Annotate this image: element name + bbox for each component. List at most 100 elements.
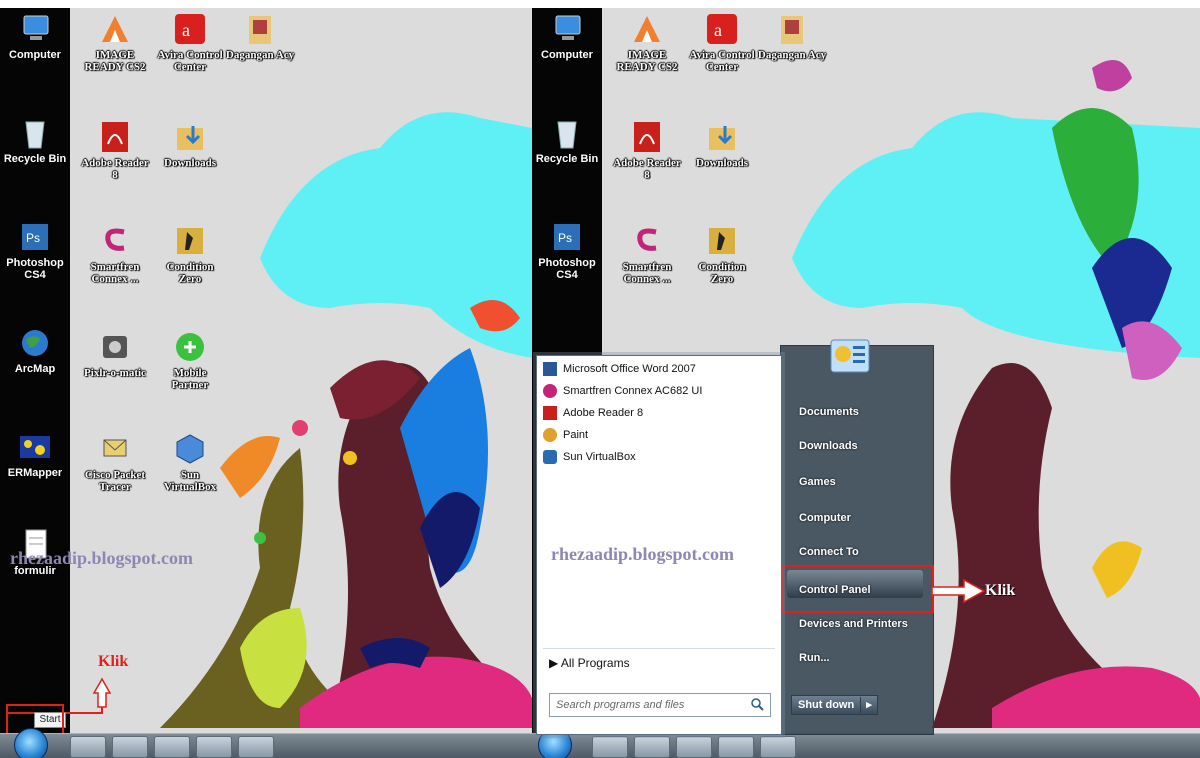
watermark: rhezaadip.blogspot.com xyxy=(10,548,194,568)
desktop-icon-smartfren[interactable]: Smartfren Connex ... xyxy=(80,224,150,285)
desktop-icon-smartfren[interactable]: Smartfren Connex ... xyxy=(612,224,682,285)
svg-text:Ps: Ps xyxy=(26,231,40,245)
svg-text:a: a xyxy=(182,20,190,40)
downloads-folder-icon xyxy=(709,126,735,150)
cisco-icon xyxy=(103,439,127,457)
taskbar-app[interactable] xyxy=(760,736,796,758)
pixlr-icon xyxy=(103,336,127,358)
start-button[interactable] xyxy=(14,728,48,758)
program-label: Paint xyxy=(563,429,589,441)
desktop-icon-condition-zero[interactable]: Condition Zero xyxy=(687,224,757,285)
icon-label: ERMapper xyxy=(7,467,63,479)
desktop-icon-recycle-bin[interactable]: Recycle Bin xyxy=(532,116,602,165)
icon-label: Smartfren Connex ... xyxy=(622,261,672,285)
start-menu-programs-pane: Microsoft Office Word 2007 Smartfren Con… xyxy=(536,355,782,735)
start-menu-connect-to[interactable]: Connect To xyxy=(799,546,859,558)
taskbar-tools[interactable] xyxy=(718,736,754,758)
desktop-icon-adobe-reader[interactable]: Adobe Reader 8 xyxy=(612,120,682,181)
icon-label: Pixlr-o-matic xyxy=(84,367,146,379)
icon-label: Adobe Reader 8 xyxy=(613,157,681,181)
icon-label: Recycle Bin xyxy=(3,153,67,165)
desktop-icon-dagangan[interactable]: Dagangan Acy xyxy=(225,12,295,61)
icon-label: Downloads xyxy=(696,157,748,169)
desktop-icon-downloads[interactable]: Downloads xyxy=(687,120,757,169)
desktop-icon-cisco[interactable]: Cisco Packet Tracer xyxy=(80,432,150,493)
icon-label: Sun VirtualBox xyxy=(163,469,217,493)
icon-label: Photoshop CS4 xyxy=(6,257,64,281)
desktop-icon-mobile-partner[interactable]: Mobile Partner xyxy=(155,330,225,391)
taskbar-chrome[interactable] xyxy=(676,736,712,758)
virtualbox-icon xyxy=(176,434,204,464)
condition-zero-icon xyxy=(709,228,735,254)
desktop-icon-arcmap[interactable]: ArcMap xyxy=(0,326,70,375)
control-panel-icon xyxy=(830,339,870,373)
program-smartfren[interactable]: Smartfren Connex AC682 UI xyxy=(543,384,702,404)
taskbar-app[interactable] xyxy=(238,736,274,758)
icon-label: Dagangan Acy xyxy=(225,49,295,61)
icon-label: Computer xyxy=(541,49,593,61)
desktop-icon-imageready[interactable]: IMAGE READY CS2 xyxy=(612,12,682,73)
desktop-left: Computer Recycle Bin Ps Photoshop CS4 Ar… xyxy=(0,8,532,758)
desktop-icon-avira[interactable]: a Avira Control Center xyxy=(155,12,225,73)
icon-label: Computer xyxy=(9,49,61,61)
icon-label: Adobe Reader 8 xyxy=(81,157,149,181)
desktop-icon-photoshop[interactable]: Ps Photoshop CS4 xyxy=(532,220,602,281)
desktop-icon-condition-zero[interactable]: Condition Zero xyxy=(155,224,225,285)
icon-label: Cisco Packet Tracer xyxy=(84,469,146,493)
taskbar-media-player[interactable] xyxy=(592,736,628,758)
start-menu-computer[interactable]: Computer xyxy=(799,512,851,524)
desktop-icon-imageready[interactable]: IMAGE READY CS2 xyxy=(80,12,150,73)
program-adobe-reader[interactable]: Adobe Reader 8 xyxy=(543,406,643,426)
search-placeholder: Search programs and files xyxy=(556,699,685,711)
desktop-icon-dagangan[interactable]: Dagangan Acy xyxy=(757,12,827,61)
avira-icon: a xyxy=(175,14,205,44)
downloads-folder-icon xyxy=(177,126,203,150)
desktop-icon-photoshop[interactable]: Ps Photoshop CS4 xyxy=(0,220,70,281)
icon-label: Recycle Bin xyxy=(535,153,599,165)
virtualbox-icon xyxy=(543,450,557,464)
desktop-icon-downloads[interactable]: Downloads xyxy=(155,120,225,169)
icon-label: Smartfren Connex ... xyxy=(90,261,140,285)
desktop-icon-ermapper[interactable]: ERMapper xyxy=(0,430,70,479)
icon-label: Condition Zero xyxy=(698,261,746,285)
mobile-partner-icon xyxy=(176,333,204,361)
desktop-icon-computer[interactable]: Computer xyxy=(532,12,602,61)
taskbar-explorer[interactable] xyxy=(634,736,670,758)
word-icon xyxy=(543,362,557,376)
program-word[interactable]: Microsoft Office Word 2007 xyxy=(543,362,696,382)
icon-label: Photoshop CS4 xyxy=(538,257,596,281)
shutdown-button[interactable]: Shut down ▸ xyxy=(791,695,878,715)
icon-label: Avira Control Center xyxy=(689,49,755,73)
start-menu-documents[interactable]: Documents xyxy=(799,406,859,418)
shutdown-options-arrow[interactable]: ▸ xyxy=(861,696,877,713)
start-menu-run[interactable]: Run... xyxy=(799,652,830,664)
taskbar-chrome[interactable] xyxy=(154,736,190,758)
desktop-icon-avira[interactable]: a Avira Control Center xyxy=(687,12,757,73)
search-icon xyxy=(751,698,764,711)
desktop-icon-recycle-bin[interactable]: Recycle Bin xyxy=(0,116,70,165)
search-input[interactable]: Search programs and files xyxy=(549,693,771,717)
desktop-icon-pixlr[interactable]: Pixlr-o-matic xyxy=(80,330,150,379)
start-menu-downloads[interactable]: Downloads xyxy=(799,440,858,452)
desktop-icon-virtualbox[interactable]: Sun VirtualBox xyxy=(155,432,225,493)
control-panel-highlight-box xyxy=(782,565,934,613)
program-virtualbox[interactable]: Sun VirtualBox xyxy=(543,450,636,470)
program-paint[interactable]: Paint xyxy=(543,428,588,448)
desktop-icon-computer[interactable]: Computer xyxy=(0,12,70,61)
pdf-icon xyxy=(634,122,660,152)
taskbar-tools[interactable] xyxy=(196,736,232,758)
start-menu-devices-printers[interactable]: Devices and Printers xyxy=(799,618,908,630)
icon-label: Dagangan Acy xyxy=(757,49,827,61)
taskbar-media-player[interactable] xyxy=(70,736,106,758)
icon-label: Downloads xyxy=(164,157,216,169)
start-menu-right-pane: Documents Downloads Games Computer Conne… xyxy=(780,339,934,735)
photoshop-icon: Ps xyxy=(554,224,580,250)
taskbar-explorer[interactable] xyxy=(112,736,148,758)
desktop-icon-adobe-reader[interactable]: Adobe Reader 8 xyxy=(80,120,150,181)
divider xyxy=(543,648,775,649)
smartfren-icon xyxy=(105,228,125,251)
start-menu-games[interactable]: Games xyxy=(799,476,836,488)
program-label: Adobe Reader 8 xyxy=(563,407,644,419)
smartfren-icon xyxy=(637,228,657,251)
all-programs[interactable]: ▶ All Programs xyxy=(549,656,630,670)
